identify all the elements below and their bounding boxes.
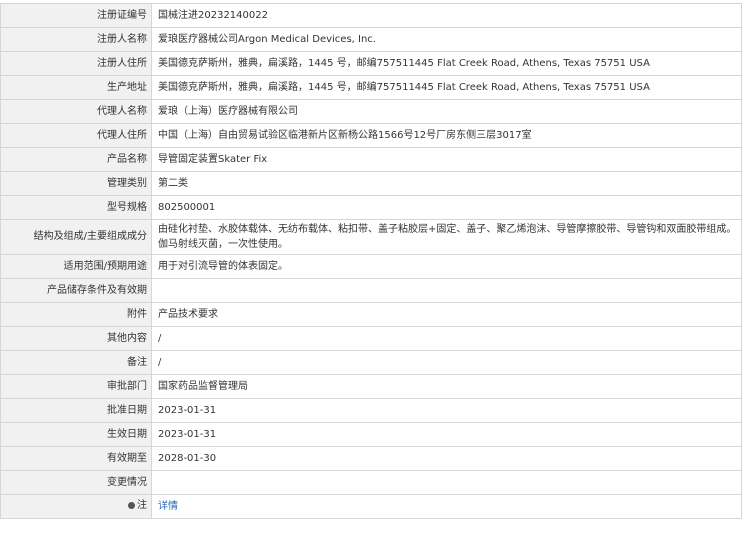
registration-detail: 注册证编号 国械注进20232140022 注册人名称 爱琅医疗器械公司Argo… [0, 0, 744, 538]
row-value: 爱琅医疗器械公司Argon Medical Devices, Inc. [151, 27, 742, 52]
table-row: 生效日期 2023-01-31 [0, 422, 742, 447]
registration-info-table: 注册证编号 国械注进20232140022 注册人名称 爱琅医疗器械公司Argo… [0, 3, 742, 519]
row-value: 2023-01-31 [151, 398, 742, 423]
dot-icon [128, 502, 135, 510]
row-value: 国家药品监督管理局 [151, 374, 742, 399]
table-row: 备注 / [0, 350, 742, 375]
row-value: / [151, 350, 742, 375]
row-value: 美国德克萨斯州，雅典，扁溪路，1445 号，邮编757511445 Flat C… [151, 51, 742, 76]
table-row: 注册人名称 爱琅医疗器械公司Argon Medical Devices, Inc… [0, 27, 742, 52]
row-value [151, 470, 742, 495]
table-row: 管理类别 第二类 [0, 171, 742, 196]
row-value: 2023-01-31 [151, 422, 742, 447]
row-label: 注册人住所 [0, 51, 152, 76]
note-value-cell: 详情 [151, 494, 742, 519]
row-label: 型号规格 [0, 195, 152, 220]
table-row: 变更情况 [0, 470, 742, 495]
table-row: 注册人住所 美国德克萨斯州，雅典，扁溪路，1445 号，邮编757511445 … [0, 51, 742, 76]
row-value: 导管固定装置Skater Fix [151, 147, 742, 172]
row-label: 附件 [0, 302, 152, 327]
row-label: 产品储存条件及有效期 [0, 278, 152, 303]
row-label: 生效日期 [0, 422, 152, 447]
row-label: 备注 [0, 350, 152, 375]
row-value-text: 由硅化衬垫、水胶体载体、无纺布载体、粘扣带、盖子粘胶层+固定、盖子、聚乙烯泡沫、… [158, 224, 737, 250]
note-label-cell: 注 [0, 494, 152, 519]
table-row: 生产地址 美国德克萨斯州，雅典，扁溪路，1445 号，邮编757511445 F… [0, 75, 742, 100]
row-label: 变更情况 [0, 470, 152, 495]
note-label-text: 注 [137, 499, 147, 511]
row-label: 代理人住所 [0, 123, 152, 148]
table-row: 产品储存条件及有效期 [0, 278, 742, 303]
table-row: 其他内容 / [0, 326, 742, 351]
table-row: 代理人住所 中国（上海）自由贸易试验区临港新片区新杨公路1566号12号厂房东侧… [0, 123, 742, 148]
row-label: 审批部门 [0, 374, 152, 399]
row-label: 生产地址 [0, 75, 152, 100]
row-value: 第二类 [151, 171, 742, 196]
row-label: 注册人名称 [0, 27, 152, 52]
table-row: 代理人名称 爱琅（上海）医疗器械有限公司 [0, 99, 742, 124]
table-row: 注 详情 [0, 494, 742, 519]
detail-link[interactable]: 详情 [158, 501, 178, 512]
row-label: 结构及组成/主要组成成分 [0, 219, 152, 255]
row-value: 美国德克萨斯州，雅典，扁溪路，1445 号，邮编757511445 Flat C… [151, 75, 742, 100]
table-row: 注册证编号 国械注进20232140022 [0, 3, 742, 28]
row-label: 代理人名称 [0, 99, 152, 124]
note-label: 注 [128, 499, 147, 513]
table-row: 批准日期 2023-01-31 [0, 398, 742, 423]
table-row: 有效期至 2028-01-30 [0, 446, 742, 471]
row-value: 爱琅（上海）医疗器械有限公司 [151, 99, 742, 124]
row-value: 2028-01-30 [151, 446, 742, 471]
row-value [151, 278, 742, 303]
row-value: 802500001 [151, 195, 742, 220]
row-label: 批准日期 [0, 398, 152, 423]
row-value: 用于对引流导管的体表固定。 [151, 254, 742, 279]
row-label: 管理类别 [0, 171, 152, 196]
row-label: 适用范围/预期用途 [0, 254, 152, 279]
row-label: 产品名称 [0, 147, 152, 172]
row-value: 中国（上海）自由贸易试验区临港新片区新杨公路1566号12号厂房东侧三层3017… [151, 123, 742, 148]
table-row: 结构及组成/主要组成成分 由硅化衬垫、水胶体载体、无纺布载体、粘扣带、盖子粘胶层… [0, 219, 742, 255]
row-label: 有效期至 [0, 446, 152, 471]
table-row: 产品名称 导管固定装置Skater Fix [0, 147, 742, 172]
row-value: / [151, 326, 742, 351]
table-row: 审批部门 国家药品监督管理局 [0, 374, 742, 399]
table-row: 适用范围/预期用途 用于对引流导管的体表固定。 [0, 254, 742, 279]
table-row: 型号规格 802500001 [0, 195, 742, 220]
row-value: 国械注进20232140022 [151, 3, 742, 28]
row-label: 注册证编号 [0, 3, 152, 28]
row-value: 由硅化衬垫、水胶体载体、无纺布载体、粘扣带、盖子粘胶层+固定、盖子、聚乙烯泡沫、… [151, 219, 742, 255]
row-value: 产品技术要求 [151, 302, 742, 327]
table-row: 附件 产品技术要求 [0, 302, 742, 327]
row-label: 其他内容 [0, 326, 152, 351]
